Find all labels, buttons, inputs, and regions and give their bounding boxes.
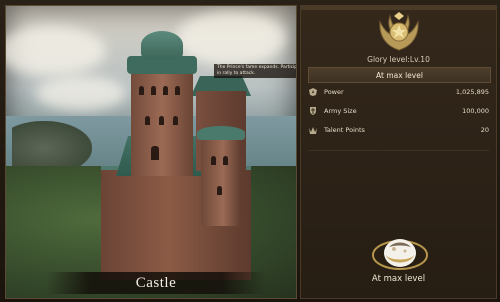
upgrade-status-label: At max level	[371, 274, 426, 284]
talent-icon	[309, 127, 317, 134]
cliff	[12, 121, 92, 166]
castle-main-tower	[131, 71, 193, 176]
stat-row-power: Power 1,025,895	[308, 86, 489, 98]
stat-label: Power	[324, 88, 344, 96]
glory-level-label: Glory level:Lv.10	[367, 55, 430, 64]
stat-value: 20	[480, 126, 489, 134]
castle-round-tower-roof	[197, 126, 245, 140]
stat-label: Talent Points	[324, 126, 365, 134]
power-icon	[309, 88, 317, 96]
stat-row-army-size: Army Size 100,000	[308, 105, 489, 117]
building-name-bar: Castle	[46, 272, 266, 294]
glory-emblem-icon	[379, 12, 419, 51]
info-panel: Glory level:Lv.10 At max level Power 1,0…	[300, 5, 497, 299]
building-name: Castle	[135, 274, 177, 291]
castle-spire	[141, 31, 183, 59]
stat-value: 1,025,895	[455, 88, 489, 96]
stat-row-talent-points: Talent Points 20	[308, 124, 489, 136]
max-level-banner-text: At max level	[376, 70, 423, 80]
castle-scene: The Prince's fame expands. Participate i…	[5, 5, 297, 299]
castle-round-tower	[201, 136, 241, 226]
army-icon	[310, 107, 316, 115]
stat-value: 100,000	[462, 107, 489, 115]
max-level-banner: At max level	[308, 67, 491, 83]
max-level-trophy-icon[interactable]	[371, 231, 429, 273]
stat-label: Army Size	[324, 107, 357, 115]
castle-info-window: The Prince's fame expands. Participate i…	[0, 0, 500, 302]
divider	[308, 150, 489, 151]
scene-tooltip: The Prince's fame expands. Participate i…	[214, 64, 296, 78]
